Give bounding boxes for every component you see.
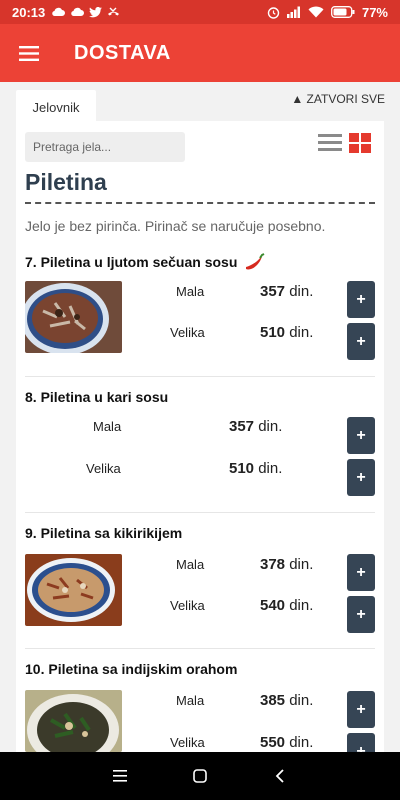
price: 385 din. — [260, 692, 314, 709]
battery-level: 77% — [361, 4, 388, 20]
category-note: Jelo je bez pirinča. Pirinač se naručuje… — [25, 218, 326, 234]
dish-name: 8. Piletina u kari sosu — [25, 389, 169, 405]
search-input[interactable] — [25, 132, 185, 162]
chili-pepper-icon — [243, 252, 265, 275]
size-label: Velika — [86, 461, 121, 476]
cloud-icon — [71, 7, 85, 17]
price: 510 din. — [260, 324, 314, 341]
dish-photo — [25, 554, 122, 626]
list-view-icon[interactable] — [318, 134, 342, 152]
category-title: Piletina — [25, 169, 107, 195]
menu-button[interactable] — [0, 24, 58, 82]
category-divider — [25, 202, 375, 204]
tab-menu[interactable]: Jelovnik — [16, 90, 96, 124]
price: 510 din. — [229, 460, 283, 477]
dish-name: 9. Piletina sa kikirikijem — [25, 525, 183, 541]
add-to-cart-button[interactable]: + — [347, 323, 375, 360]
signal-icon — [286, 6, 300, 18]
size-label: Mala — [176, 557, 205, 572]
status-time: 20:13 — [12, 4, 46, 20]
status-bar: 20:13 77% — [0, 0, 400, 24]
add-to-cart-button[interactable]: + — [347, 733, 375, 752]
size-label: Velika — [170, 325, 205, 340]
price: 357 din. — [229, 418, 283, 435]
size-label: Velika — [170, 735, 205, 750]
home-button[interactable] — [180, 756, 220, 796]
back-button[interactable] — [260, 756, 300, 796]
battery-icon — [331, 6, 355, 18]
alarm-icon — [267, 6, 280, 19]
home-square-icon — [193, 769, 207, 783]
dish-name: 7. Piletina u ljutom sečuan sosu — [25, 252, 265, 275]
dish-name: 10. Piletina sa indijskim orahom — [25, 661, 238, 677]
price: 540 din. — [260, 597, 314, 614]
item-divider — [25, 648, 375, 649]
size-label: Mala — [176, 693, 205, 708]
dish-photo — [25, 690, 122, 752]
price: 378 din. — [260, 556, 314, 573]
item-divider — [25, 376, 375, 377]
back-arrow-icon — [275, 769, 284, 783]
price: 550 din. — [260, 734, 314, 751]
menu-lines-icon — [113, 770, 127, 782]
add-to-cart-button[interactable]: + — [347, 554, 375, 591]
tab-row: Jelovnik ▲ ZATVORI SVE — [0, 82, 400, 124]
hamburger-icon — [19, 45, 39, 61]
wifi-icon — [308, 6, 324, 18]
add-to-cart-button[interactable]: + — [347, 281, 375, 318]
close-all-button[interactable]: ▲ ZATVORI SVE — [291, 92, 385, 106]
twitter-icon — [89, 6, 103, 17]
price: 357 din. — [260, 283, 314, 300]
cloud-icon — [52, 7, 66, 17]
size-label: Mala — [93, 419, 122, 434]
dish-photo — [25, 281, 122, 353]
size-label: Mala — [176, 284, 205, 299]
grid-view-icon[interactable] — [349, 133, 371, 153]
item-divider — [25, 512, 375, 513]
size-label: Velika — [170, 598, 205, 613]
system-nav-bar — [0, 752, 400, 800]
add-to-cart-button[interactable]: + — [347, 417, 375, 454]
add-to-cart-button[interactable]: + — [347, 691, 375, 728]
app-title: DOSTAVA — [74, 41, 171, 64]
missed-call-icon — [108, 7, 120, 15]
app-bar: DOSTAVA — [0, 24, 400, 82]
add-to-cart-button[interactable]: + — [347, 596, 375, 633]
recents-button[interactable] — [100, 756, 140, 796]
menu-content: Piletina Jelo je bez pirinča. Pirinač se… — [16, 121, 384, 752]
add-to-cart-button[interactable]: + — [347, 459, 375, 496]
